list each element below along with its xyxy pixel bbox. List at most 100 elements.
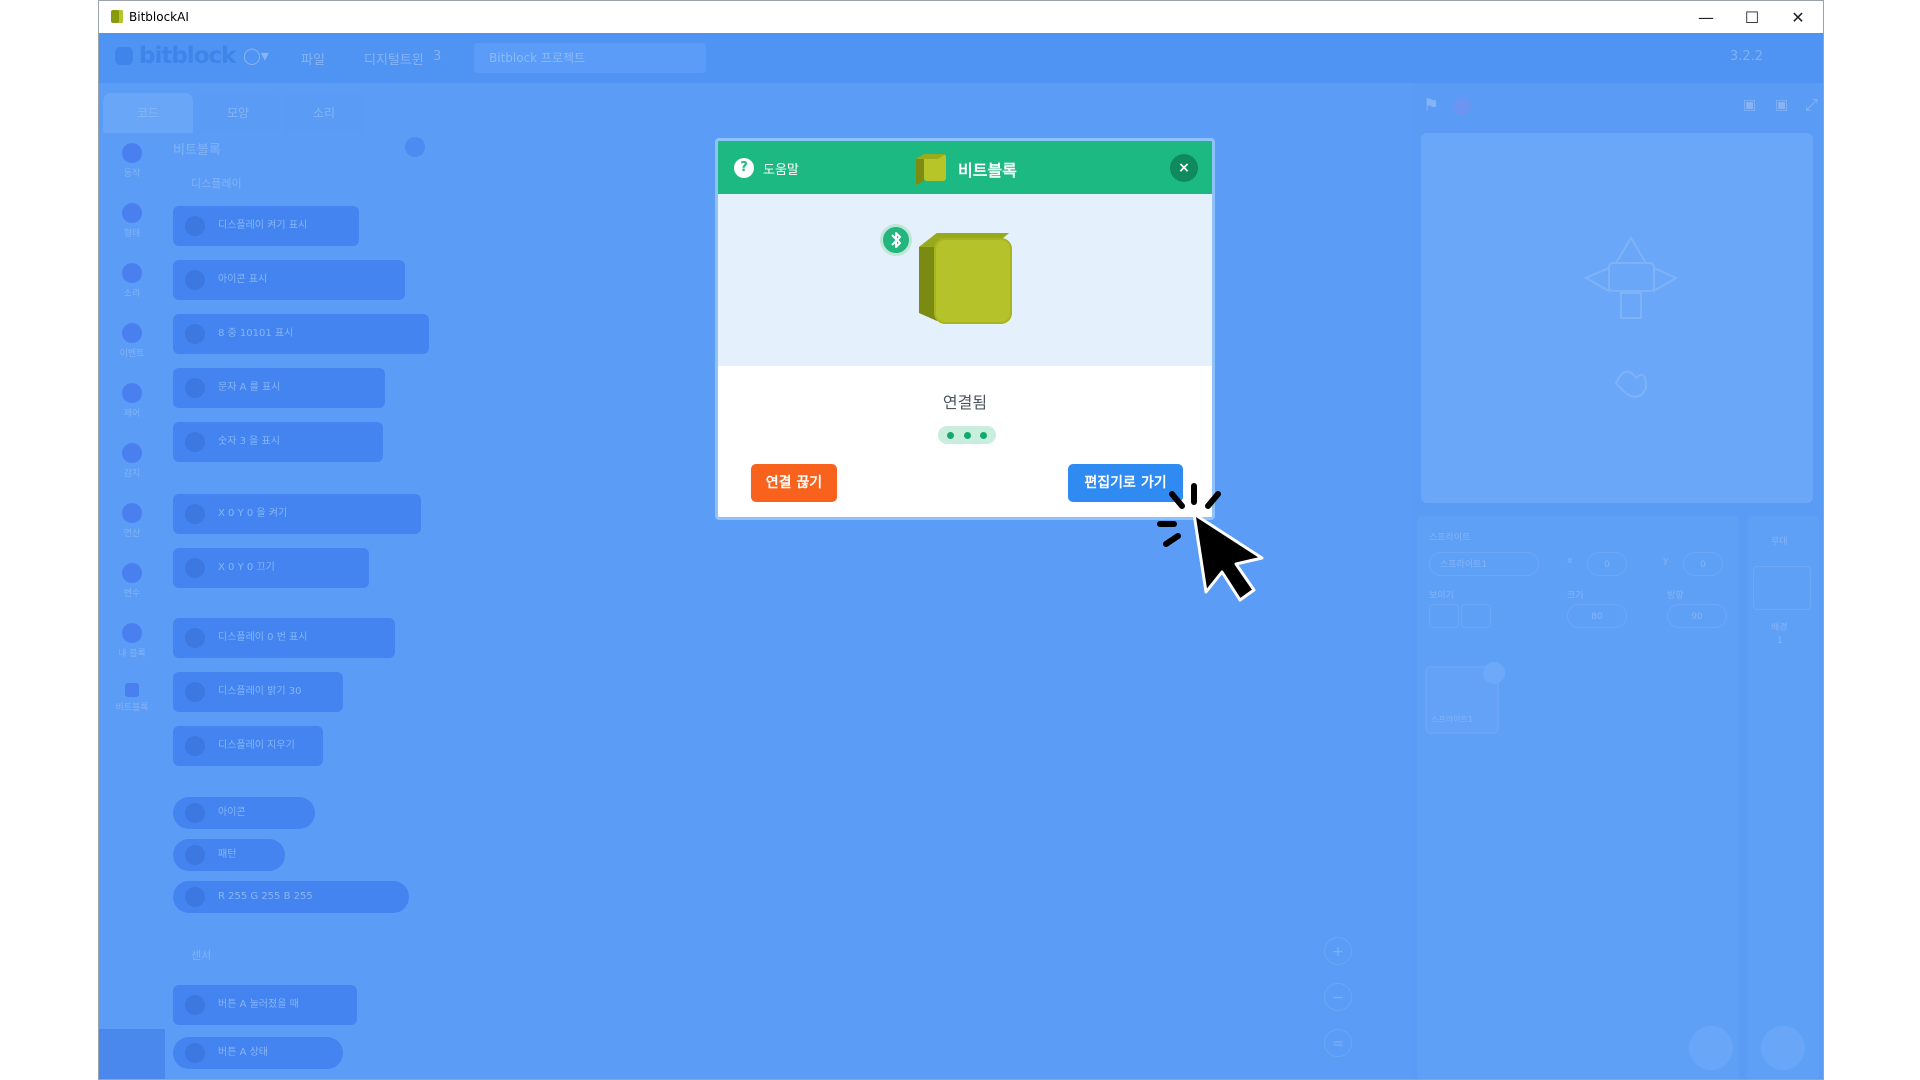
add-sprite-icon[interactable] bbox=[1689, 1026, 1733, 1070]
backdrop-count: 1 bbox=[1777, 636, 1783, 646]
sprite-name-input[interactable]: 스프라이트1 bbox=[1429, 552, 1539, 576]
stage-backdrop-panel: 무대 배경 1 bbox=[1747, 516, 1819, 1079]
size-label: 크기 bbox=[1567, 591, 1584, 601]
add-backdrop-icon[interactable] bbox=[1761, 1026, 1805, 1070]
category-bitblock[interactable]: 비트블록 bbox=[99, 683, 165, 713]
category-events[interactable]: 이벤트 bbox=[99, 323, 165, 359]
category-dot-icon bbox=[122, 563, 142, 583]
bluetooth-icon bbox=[880, 224, 912, 256]
block-palette: 비트블록 디스플레이 디스플레이 켜기 표시 아이콘 표시 8 중 10101 … bbox=[165, 133, 435, 1079]
app-icon bbox=[111, 10, 123, 23]
hide-eye-icon[interactable] bbox=[1461, 604, 1491, 628]
bitblock-connection-dialog: ? 도움말 비트블록 × 연결됨 연결 끊기 편집기로 가기 bbox=[715, 138, 1215, 520]
tab-code[interactable]: 코드 bbox=[103, 93, 193, 133]
zoom-in-icon[interactable]: + bbox=[1324, 937, 1352, 965]
backdrop-thumbnail[interactable] bbox=[1753, 566, 1811, 610]
large-stage-icon[interactable]: ▣ bbox=[1775, 97, 1788, 113]
check-icon[interactable] bbox=[405, 137, 425, 157]
menu-digital-twin-badge: 3 bbox=[433, 49, 442, 64]
x-label: x bbox=[1567, 556, 1573, 566]
category-dot-icon bbox=[122, 623, 142, 643]
bitblock-cube-icon bbox=[916, 154, 946, 185]
category-motion[interactable]: 동작 bbox=[99, 143, 165, 179]
screen: BitblockAI — ☐ ✕ bitblock ◯▾ 파일 디지털트윈 3 … bbox=[0, 0, 1920, 1080]
bitblock-logo[interactable]: bitblock bbox=[139, 43, 236, 69]
palette-boolean-block[interactable]: 버튼 A 상태 bbox=[173, 1037, 343, 1069]
palette-block[interactable]: 문자 A 를 표시 bbox=[173, 368, 385, 408]
bitblock-cube-icon bbox=[125, 683, 139, 697]
category-dot-icon bbox=[122, 263, 142, 283]
palette-block[interactable]: 디스플레이 0 번 표시 bbox=[173, 618, 395, 658]
category-dot-icon bbox=[122, 203, 142, 223]
zoom-reset-icon[interactable]: = bbox=[1324, 1029, 1352, 1057]
maximize-icon[interactable]: ☐ bbox=[1729, 1, 1775, 33]
help-icon[interactable]: ? bbox=[734, 158, 754, 178]
menu-bar: bitblock ◯▾ 파일 디지털트윈 3 Bitblock 프로젝트 3.2… bbox=[99, 33, 1823, 83]
palette-block[interactable]: X 0 Y 0 끄기 bbox=[173, 548, 369, 588]
palette-subsection-display: 디스플레이 bbox=[191, 177, 242, 190]
palette-subsection-sensor: 센서 bbox=[191, 949, 212, 962]
category-looks[interactable]: 형태 bbox=[99, 203, 165, 239]
category-dot-icon bbox=[122, 143, 142, 163]
palette-block[interactable]: X 0 Y 0 을 켜기 bbox=[173, 494, 421, 534]
disconnect-button[interactable]: 연결 끊기 bbox=[751, 464, 837, 502]
bitblock-device-icon bbox=[919, 233, 1012, 324]
help-label[interactable]: 도움말 bbox=[763, 159, 799, 178]
direction-label: 방향 bbox=[1667, 591, 1684, 601]
backdrop-label: 배경 bbox=[1771, 623, 1788, 633]
palette-reporter-block[interactable]: 패턴 bbox=[173, 839, 285, 871]
show-eye-icon[interactable] bbox=[1429, 604, 1459, 628]
zoom-out-icon[interactable]: − bbox=[1324, 983, 1352, 1011]
palette-hat-block[interactable]: 버튼 A 눌러졌을 때 bbox=[173, 985, 357, 1025]
project-title-input[interactable]: Bitblock 프로젝트 bbox=[474, 43, 706, 73]
palette-section-title: 비트블록 bbox=[173, 143, 221, 158]
category-operators[interactable]: 연산 bbox=[99, 503, 165, 539]
tab-sounds[interactable]: 소리 bbox=[283, 93, 365, 133]
stage-label: 무대 bbox=[1771, 537, 1788, 547]
y-input[interactable]: 0 bbox=[1683, 552, 1723, 576]
category-sensing[interactable]: 감지 bbox=[99, 443, 165, 479]
palette-block[interactable]: 숫자 3 을 표시 bbox=[173, 422, 383, 462]
y-label: y bbox=[1663, 556, 1669, 566]
minimize-icon[interactable]: — bbox=[1683, 1, 1729, 33]
add-extension-icon[interactable] bbox=[99, 1029, 165, 1079]
x-input[interactable]: 0 bbox=[1587, 552, 1627, 576]
palette-reporter-block[interactable]: 아이콘 bbox=[173, 797, 315, 829]
sprite-thumb-label: 스프라이트1 bbox=[1431, 715, 1473, 724]
device-illustration bbox=[718, 194, 1212, 366]
category-dot-icon bbox=[122, 503, 142, 523]
green-flag-icon[interactable]: ⚑ bbox=[1423, 95, 1439, 116]
sprite-info-panel: 스프라이트 스프라이트1 x 0 y 0 보이기 크기 80 방향 90 스프라… bbox=[1417, 516, 1739, 1079]
close-window-icon[interactable]: ✕ bbox=[1775, 1, 1821, 33]
show-label: 보이기 bbox=[1429, 591, 1454, 601]
window-title: BitblockAI bbox=[129, 10, 189, 24]
category-sound[interactable]: 소리 bbox=[99, 263, 165, 299]
tab-costumes[interactable]: 모양 bbox=[197, 93, 279, 133]
menu-file[interactable]: 파일 bbox=[301, 49, 325, 68]
globe-icon[interactable]: ◯▾ bbox=[243, 46, 269, 65]
delete-sprite-icon[interactable] bbox=[1483, 662, 1505, 684]
bitblock-logo-icon bbox=[115, 47, 133, 65]
category-my-blocks[interactable]: 내 블록 bbox=[99, 623, 165, 659]
category-variables[interactable]: 변수 bbox=[99, 563, 165, 599]
stop-icon[interactable] bbox=[1453, 97, 1471, 115]
palette-block[interactable]: 8 중 10101 표시 bbox=[173, 314, 429, 354]
robot-sprite-icon bbox=[1583, 236, 1679, 398]
small-stage-icon[interactable]: ▣ bbox=[1743, 97, 1756, 113]
close-dialog-button[interactable]: × bbox=[1170, 154, 1198, 182]
direction-input[interactable]: 90 bbox=[1667, 604, 1727, 628]
title-bar: BitblockAI — ☐ ✕ bbox=[99, 1, 1823, 33]
dialog-header: ? 도움말 비트블록 × bbox=[718, 141, 1212, 194]
fullscreen-icon[interactable]: ⤢ bbox=[1805, 95, 1818, 115]
stage-canvas[interactable] bbox=[1421, 133, 1813, 503]
palette-block[interactable]: 아이콘 표시 bbox=[173, 260, 405, 300]
palette-block[interactable]: 디스플레이 켜기 표시 bbox=[173, 206, 359, 246]
category-control[interactable]: 제어 bbox=[99, 383, 165, 419]
menu-digital-twin[interactable]: 디지털트윈 bbox=[364, 49, 424, 68]
palette-reporter-block[interactable]: R 255 G 255 B 255 bbox=[173, 881, 409, 913]
dialog-title: 비트블록 bbox=[958, 161, 1017, 180]
palette-block[interactable]: 디스플레이 밝기 30 bbox=[173, 672, 343, 712]
size-input[interactable]: 80 bbox=[1567, 604, 1627, 628]
connection-status: 연결됨 bbox=[942, 393, 988, 412]
palette-block[interactable]: 디스플레이 지우기 bbox=[173, 726, 323, 766]
